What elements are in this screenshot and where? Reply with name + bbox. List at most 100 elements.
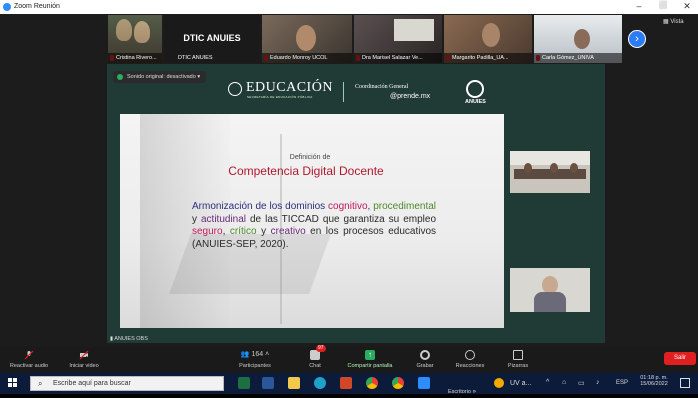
reactions-label: Reacciones (455, 363, 485, 369)
slide-definition-label: Definición de (289, 154, 331, 161)
record-label: Grabar (416, 363, 434, 369)
chevron-down-icon: ▾ (197, 74, 201, 80)
zoom-app-icon (3, 3, 11, 11)
view-label: Vista (670, 19, 684, 25)
participant-name: Margarito Padilla_UA... (444, 53, 532, 63)
next-participants-button[interactable]: › (628, 30, 646, 48)
clock[interactable]: 01:18 p. m. 15/06/2022 (636, 375, 672, 387)
camera-off-icon (79, 350, 89, 360)
slide-body: Armonización de los dominios cognitivo, … (192, 201, 436, 251)
shield-icon (117, 74, 123, 80)
participant-name: Carla Gómez_UNIVA (534, 53, 622, 63)
file-explorer-icon[interactable] (288, 377, 300, 389)
participant-tile[interactable]: Cristina Rivero... (108, 15, 162, 63)
participant-name: Cristina Rivero... (108, 53, 162, 63)
desktop-label: Escritorio (448, 389, 471, 395)
education-logo-text: EDUCACIÓN (246, 80, 333, 95)
slide-body-segment: cognitivo (328, 201, 368, 212)
slide-body-segment: Armonización de los dominios (192, 201, 329, 212)
chat-label: Chat (309, 363, 321, 369)
close-button[interactable]: ✕ (676, 1, 698, 13)
participant-tile[interactable]: Margarito Padilla_UA... (444, 15, 532, 63)
participants-label: Participantes (239, 363, 271, 369)
coordination-label: Coordinación General (355, 84, 409, 90)
original-sound-dropdown[interactable]: Sonido original: desactivado ▾ (113, 71, 207, 83)
audio-label: Reactivar audio (9, 363, 49, 369)
participant-tile[interactable]: DTIC ANUIES DTIC ANUIES (164, 15, 260, 63)
start-video-button[interactable]: Iniciar video (62, 350, 106, 369)
anuies-logo-text: ANUIES (465, 99, 486, 105)
speaker-video-thumbnail[interactable] (510, 268, 590, 312)
share-label: Compartir pantalla (347, 363, 393, 369)
whiteboards-button[interactable]: Pizarras (500, 350, 536, 369)
search-icon: ⌕ (38, 379, 43, 388)
participant-tile[interactable]: Eduardo Monroy UCOL (262, 15, 352, 63)
slide-body-segment: procedimental (373, 201, 436, 212)
desktop-toolbar[interactable]: Escritorio » (448, 380, 476, 398)
participant-name: Dra Marisel Salazar Ve... (354, 53, 442, 63)
header-divider (343, 82, 344, 102)
language-indicator[interactable]: ESP (616, 380, 628, 386)
window-titlebar: Zoom Reunión – ⬜ ✕ (0, 0, 698, 14)
chat-button[interactable]: 97 Chat (298, 345, 332, 369)
chat-badge: 97 (316, 345, 326, 352)
education-logo-subtitle: SECRETARÍA DE EDUCACIÓN PÚBLICA (247, 95, 313, 99)
share-screen-button[interactable]: ↑ Compartir pantalla (340, 350, 400, 369)
participants-count: 164 (251, 351, 264, 358)
chrome-icon[interactable] (366, 377, 378, 389)
windows-start-icon[interactable] (8, 378, 18, 388)
audio-notice: Sonido original: desactivado (127, 74, 196, 80)
participant-name: DTIC ANUIES (178, 55, 213, 61)
zoom-taskbar-icon[interactable] (418, 377, 430, 389)
minimize-button[interactable]: – (628, 1, 650, 13)
weather-icon[interactable] (494, 378, 504, 388)
chevron-right-icon: › (635, 33, 639, 45)
slide-body-segment: seguro (192, 226, 223, 237)
participant-label: DTIC ANUIES (183, 33, 241, 43)
word-icon[interactable] (262, 377, 274, 389)
smiley-icon (465, 350, 475, 360)
excel-icon[interactable] (238, 377, 250, 389)
slide-body-segment: creativo (270, 226, 306, 237)
whiteboard-icon (513, 350, 523, 360)
chrome-icon[interactable] (392, 377, 404, 389)
tray-overflow-icon[interactable]: ^ (546, 379, 549, 386)
slide-body-segment: de las TICCAD que garantiza su empleo (246, 213, 437, 225)
video-label: Iniciar video (69, 363, 99, 369)
slide-title: Competencia Digital Docente (228, 164, 384, 178)
weather-label: UV a... (510, 380, 532, 387)
share-source-label: ▮ ANUIES OBS (110, 336, 148, 342)
participant-tile[interactable]: Carla Gómez_UNIVA (534, 15, 622, 63)
chat-icon: 97 (310, 345, 326, 360)
powerpoint-icon[interactable] (340, 377, 352, 389)
record-button[interactable]: Grabar (410, 350, 440, 369)
reactions-button[interactable]: Reacciones (450, 350, 490, 369)
network-icon[interactable]: ⌂ (562, 379, 566, 386)
restore-button[interactable]: ⬜ (652, 1, 674, 13)
participants-icon: 👥 164 ˄ (240, 351, 270, 358)
volume-icon[interactable]: ♪ (596, 379, 600, 386)
battery-icon[interactable]: ▭ (578, 379, 585, 387)
share-screen-icon: ↑ (365, 350, 375, 360)
slide-body-segment: crítico (229, 226, 257, 237)
leave-button[interactable]: Salir (664, 352, 696, 365)
unmute-audio-button[interactable]: Reactivar audio (8, 350, 50, 369)
notifications-icon[interactable] (680, 378, 690, 388)
slide-body-segment: , (222, 226, 230, 237)
mic-muted-icon (24, 350, 34, 360)
record-icon (420, 350, 430, 360)
anuies-logo-icon (466, 80, 484, 98)
clock-date: 15/06/2022 (640, 381, 668, 387)
slide-body-segment: y (256, 226, 271, 237)
taskbar-search-input[interactable]: ⌕ Escribe aquí para buscar (30, 376, 224, 391)
window-title: Zoom Reunión (14, 3, 60, 10)
participant-tile[interactable]: Dra Marisel Salazar Ve... (354, 15, 442, 63)
slide-body-segment: actitudinal (200, 213, 247, 225)
room-video-thumbnail[interactable] (510, 151, 590, 193)
slide-body-segment: y (192, 213, 201, 225)
presentation-slide: Definición de Competencia Digital Docent… (120, 114, 504, 328)
sep-seal-icon (228, 82, 242, 96)
participants-button[interactable]: 👥 164 ˄ Participantes (230, 350, 280, 369)
view-button[interactable]: ▦ Vista (663, 18, 684, 25)
edge-icon[interactable] (314, 377, 326, 389)
